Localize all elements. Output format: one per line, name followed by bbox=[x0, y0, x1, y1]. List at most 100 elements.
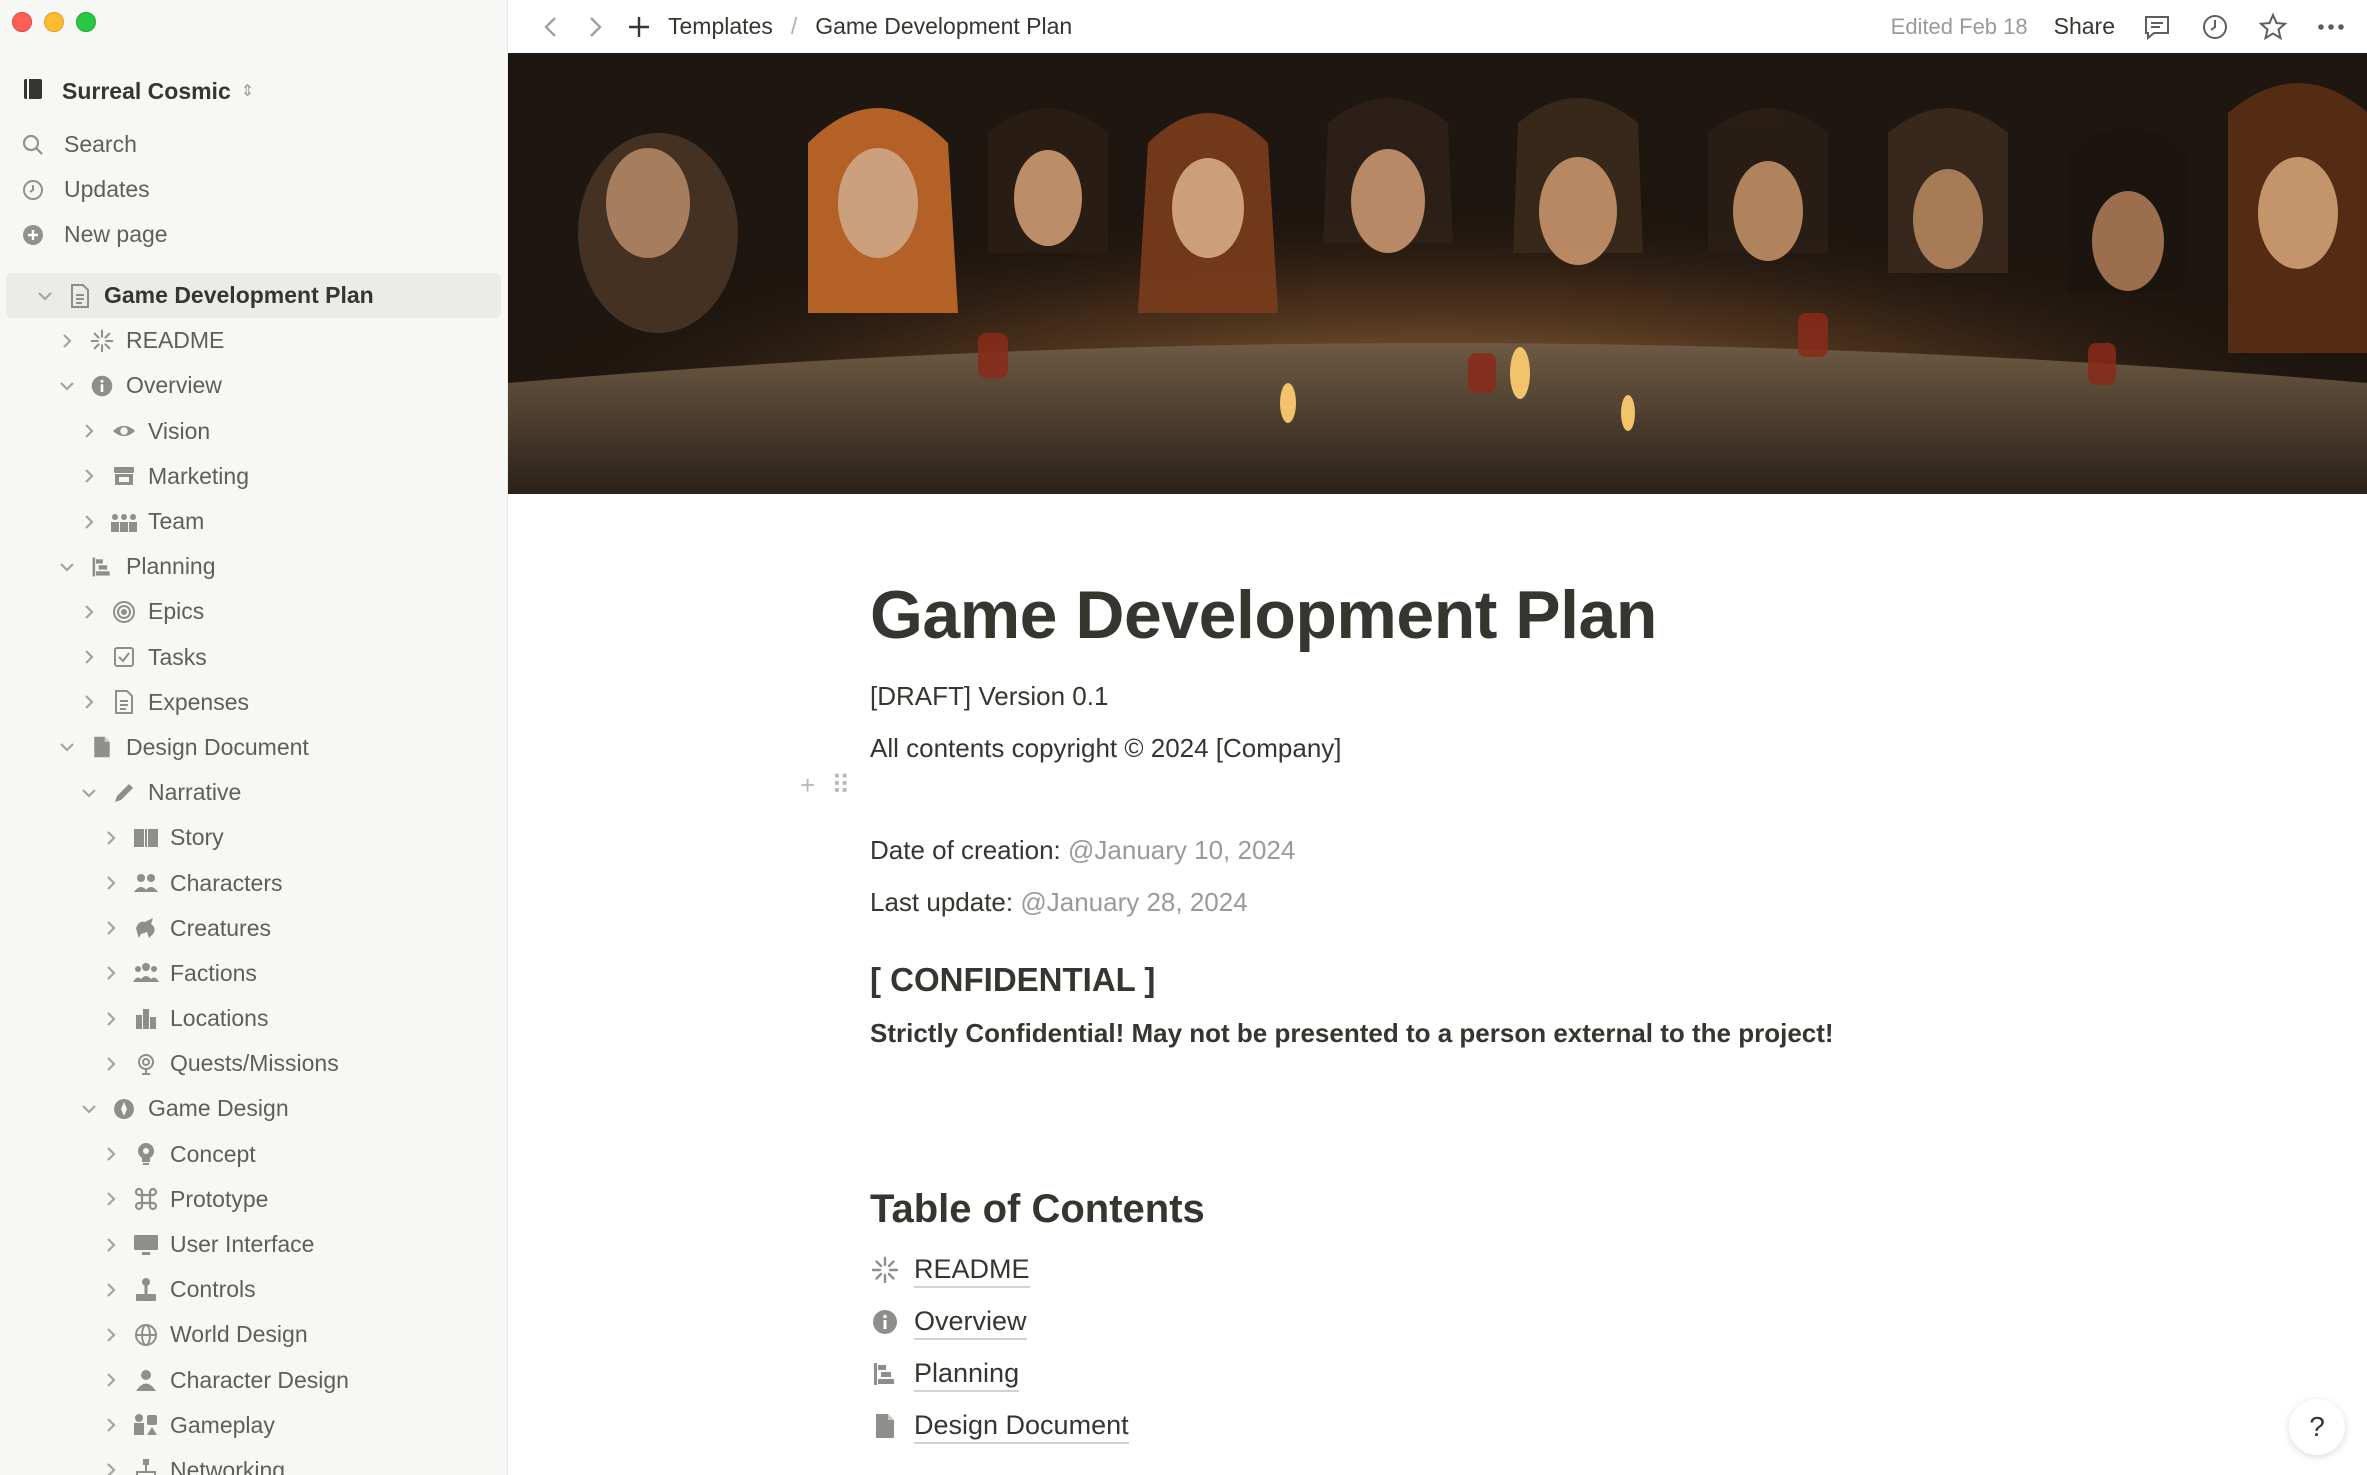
sidebar-page-controls[interactable]: Controls bbox=[0, 1267, 507, 1312]
person-icon bbox=[132, 1366, 160, 1394]
sidebar-page-networking[interactable]: Networking bbox=[0, 1448, 507, 1475]
back-arrow-icon[interactable] bbox=[536, 12, 566, 42]
comment-icon[interactable] bbox=[2141, 11, 2173, 43]
sidebar-page-factions[interactable]: Factions bbox=[0, 951, 507, 996]
sidebar-page-characters[interactable]: Characters bbox=[0, 860, 507, 905]
breadcrumb-templates[interactable]: Templates bbox=[668, 13, 773, 40]
table-of-contents: README Overview Planning Design Document bbox=[870, 1244, 1970, 1452]
sidebar-page-tasks[interactable]: Tasks bbox=[0, 635, 507, 680]
chevron-right-icon[interactable] bbox=[100, 1143, 122, 1165]
sidebar-page-team[interactable]: Team bbox=[0, 499, 507, 544]
toc-link-planning[interactable]: Planning bbox=[870, 1348, 1970, 1400]
sidebar-page-design-document[interactable]: Design Document bbox=[0, 725, 507, 770]
sidebar-page-vision[interactable]: Vision bbox=[0, 409, 507, 454]
creation-date-mention[interactable]: @January 10, 2024 bbox=[1068, 835, 1295, 865]
chevron-down-icon[interactable] bbox=[56, 736, 78, 758]
sidebar-page-overview[interactable]: Overview bbox=[0, 363, 507, 408]
sidebar-page-concept[interactable]: Concept bbox=[0, 1132, 507, 1177]
chevron-right-icon[interactable] bbox=[78, 465, 100, 487]
chevron-right-icon[interactable] bbox=[100, 1369, 122, 1391]
chevron-right-icon[interactable] bbox=[100, 1414, 122, 1436]
sidebar-page-quests-missions[interactable]: Quests/Missions bbox=[0, 1041, 507, 1086]
drag-handle-icon[interactable]: ⠿ bbox=[831, 770, 850, 801]
chevron-right-icon[interactable] bbox=[56, 330, 78, 352]
sidebar-page-label: Planning bbox=[126, 553, 216, 580]
creation-date-line[interactable]: Date of creation: @January 10, 2024 bbox=[870, 824, 1970, 876]
star-icon[interactable] bbox=[2257, 11, 2289, 43]
last-update-mention[interactable]: @January 28, 2024 bbox=[1020, 887, 1247, 917]
sidebar-page-gameplay[interactable]: Gameplay bbox=[0, 1403, 507, 1448]
chevron-right-icon[interactable] bbox=[78, 420, 100, 442]
sidebar-page-story[interactable]: Story bbox=[0, 815, 507, 860]
chevron-down-icon[interactable] bbox=[34, 285, 56, 307]
chevron-right-icon[interactable] bbox=[100, 1234, 122, 1256]
workspace-switcher[interactable]: Surreal Cosmic ⇕ bbox=[20, 72, 495, 110]
chevron-right-icon[interactable] bbox=[100, 1324, 122, 1346]
lightbulb-icon bbox=[132, 1140, 160, 1168]
chevron-right-icon[interactable] bbox=[78, 601, 100, 623]
sidebar-page-locations[interactable]: Locations bbox=[0, 996, 507, 1041]
sidebar-page-expenses[interactable]: Expenses bbox=[0, 680, 507, 725]
cover-image[interactable] bbox=[508, 53, 2367, 494]
toc-heading[interactable]: Table of Contents bbox=[870, 1174, 1970, 1244]
forward-arrow-icon[interactable] bbox=[580, 12, 610, 42]
chevron-right-icon[interactable] bbox=[100, 1008, 122, 1030]
chevron-down-icon[interactable] bbox=[78, 782, 100, 804]
breadcrumb-current-page[interactable]: Game Development Plan bbox=[815, 13, 1072, 40]
chevron-right-icon[interactable] bbox=[100, 962, 122, 984]
chevron-down-icon[interactable] bbox=[78, 1098, 100, 1120]
more-icon[interactable] bbox=[2315, 11, 2347, 43]
timeline-icon bbox=[870, 1359, 900, 1389]
share-button[interactable]: Share bbox=[2054, 13, 2115, 40]
chevron-down-icon[interactable] bbox=[56, 556, 78, 578]
confidential-heading[interactable]: [ CONFIDENTIAL ] bbox=[870, 950, 1970, 1010]
chevron-right-icon[interactable] bbox=[100, 1053, 122, 1075]
sidebar-page-game-development-plan[interactable]: Game Development Plan bbox=[6, 273, 501, 319]
page-title[interactable]: Game Development Plan bbox=[870, 560, 1970, 670]
sidebar-page-prototype[interactable]: Prototype bbox=[0, 1177, 507, 1222]
chevron-right-icon[interactable] bbox=[78, 691, 100, 713]
chevron-right-icon[interactable] bbox=[100, 1188, 122, 1210]
zoom-window-button[interactable] bbox=[76, 12, 96, 32]
sidebar-page-label: Creatures bbox=[170, 914, 271, 941]
draft-version-text[interactable]: [DRAFT] Version 0.1 bbox=[870, 670, 1970, 722]
chevron-right-icon[interactable] bbox=[100, 1279, 122, 1301]
minimize-window-button[interactable] bbox=[44, 12, 64, 32]
chevron-right-icon[interactable] bbox=[78, 646, 100, 668]
book-icon bbox=[132, 824, 160, 852]
sidebar-page-planning[interactable]: Planning bbox=[0, 544, 507, 589]
chevron-right-icon[interactable] bbox=[78, 511, 100, 533]
sidebar-page-creatures[interactable]: Creatures bbox=[0, 906, 507, 951]
sidebar-page-user-interface[interactable]: User Interface bbox=[0, 1222, 507, 1267]
chevron-right-icon[interactable] bbox=[100, 872, 122, 894]
sidebar-item-new-page[interactable]: New page bbox=[0, 212, 507, 257]
history-icon[interactable] bbox=[2199, 11, 2231, 43]
sidebar-page-narrative[interactable]: Narrative bbox=[0, 770, 507, 815]
empty-block[interactable] bbox=[870, 774, 1970, 824]
chevron-right-icon[interactable] bbox=[100, 827, 122, 849]
plus-icon[interactable] bbox=[624, 12, 654, 42]
last-update-line[interactable]: Last update: @January 28, 2024 bbox=[870, 876, 1970, 928]
sidebar-page-marketing[interactable]: Marketing bbox=[0, 454, 507, 499]
toc-link-overview[interactable]: Overview bbox=[870, 1296, 1970, 1348]
copyright-text[interactable]: All contents copyright © 2024 [Company] bbox=[870, 722, 1970, 774]
sidebar-page-game-design[interactable]: Game Design bbox=[0, 1086, 507, 1131]
toc-link-design-document[interactable]: Design Document bbox=[870, 1400, 1970, 1452]
sidebar-item-search[interactable]: Search bbox=[0, 122, 507, 167]
chevron-right-icon[interactable] bbox=[100, 917, 122, 939]
toc-link-readme[interactable]: README bbox=[870, 1244, 1970, 1296]
sidebar-page-label: Controls bbox=[170, 1276, 256, 1303]
confidential-text[interactable]: Strictly Confidential! May not be presen… bbox=[870, 1010, 1970, 1056]
add-block-icon[interactable]: + bbox=[800, 770, 815, 801]
chevron-down-icon[interactable] bbox=[56, 375, 78, 397]
sidebar-item-updates[interactable]: Updates bbox=[0, 167, 507, 212]
sidebar-page-label: README bbox=[126, 327, 225, 354]
chevron-right-icon[interactable] bbox=[100, 1459, 122, 1475]
timeline-icon bbox=[88, 553, 116, 581]
sidebar-page-world-design[interactable]: World Design bbox=[0, 1312, 507, 1357]
sidebar-page-character-design[interactable]: Character Design bbox=[0, 1358, 507, 1403]
help-button[interactable]: ? bbox=[2289, 1399, 2345, 1455]
sidebar-page-readme[interactable]: README bbox=[0, 318, 507, 363]
close-window-button[interactable] bbox=[12, 12, 32, 32]
sidebar-page-epics[interactable]: Epics bbox=[0, 589, 507, 634]
